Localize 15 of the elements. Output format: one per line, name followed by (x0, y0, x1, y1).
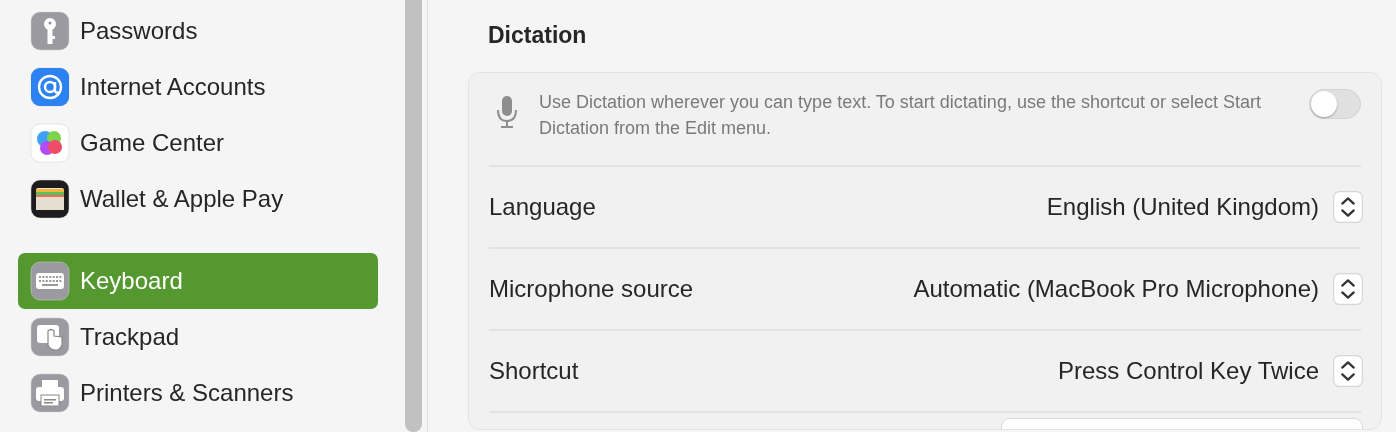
setting-label: Microphone source (489, 275, 694, 303)
popup-menu[interactable]: Press Control Key Twice (1058, 355, 1363, 387)
sidebar-item[interactable]: Keyboard (18, 253, 378, 309)
section-title: Dictation (488, 22, 588, 50)
setting-label: Language (489, 193, 596, 221)
sidebar-item[interactable]: Passwords (18, 3, 378, 59)
sidebar-item[interactable]: Wallet & Apple Pay (18, 171, 378, 227)
sidebar-item[interactable]: Internet Accounts (18, 59, 378, 115)
dictation-description: Use Dictation wherever you can type text. To start dictating, use the shortcut or select Start Dictation from the Edit menu. (539, 91, 1262, 140)
sidebar-item[interactable]: Printers & Scanners (18, 365, 378, 421)
sidebar-item[interactable]: Game Center (18, 115, 378, 171)
popup-menu[interactable]: English (United Kingdom) (1046, 191, 1363, 223)
setting-label: Shortcut (489, 357, 579, 385)
sidebar-item[interactable]: Trackpad (18, 309, 378, 365)
popup-menu[interactable]: Automatic (MacBook Pro Microphone) (913, 273, 1363, 305)
